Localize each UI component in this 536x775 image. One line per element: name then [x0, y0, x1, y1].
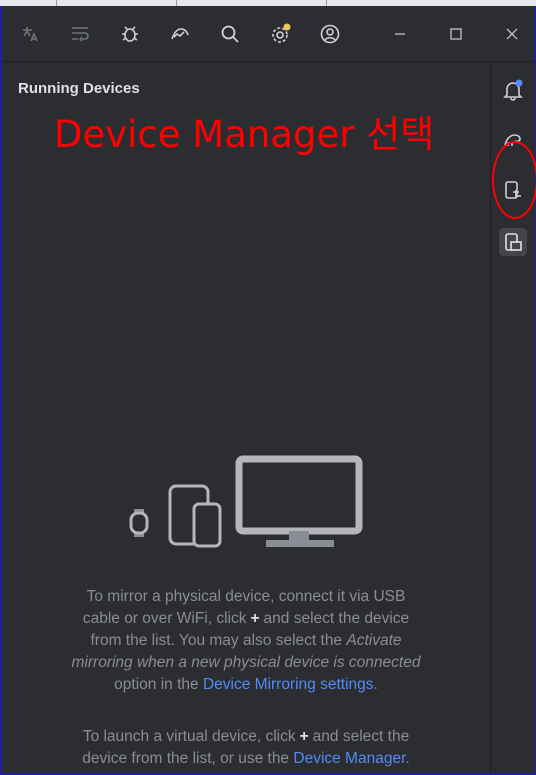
notifications-icon — [503, 79, 523, 101]
annotation-label: Device Manager 선택 — [54, 113, 435, 156]
bug-icon — [122, 26, 138, 42]
mirror-line: cable or over WiFi, click + and select the… — [26, 608, 466, 630]
wrap-icon — [72, 27, 89, 42]
close-button[interactable] — [498, 20, 526, 48]
virtual-text: and select the — [312, 728, 410, 745]
translate-icon — [23, 27, 38, 42]
settings-icon — [272, 23, 291, 43]
profiler-icon — [171, 28, 189, 40]
maximize-icon — [450, 28, 462, 40]
phone-icon — [192, 502, 222, 548]
device-mirroring-settings-link[interactable]: Device Mirroring settings — [203, 676, 374, 693]
close-icon — [506, 28, 518, 40]
account-icon — [320, 24, 340, 44]
account-button[interactable] — [316, 20, 344, 48]
virtual-text: To launch a virtual device, click — [82, 728, 296, 745]
settings-button[interactable] — [266, 20, 294, 48]
mirror-line: option in the Device Mirroring settings. — [26, 674, 466, 696]
profiler-button[interactable] — [166, 20, 194, 48]
mirror-line: To mirror a physical device, connect it … — [86, 588, 406, 605]
annotation-highlight-oval — [492, 141, 536, 219]
debug-button[interactable] — [116, 20, 144, 48]
running-devices-button[interactable] — [499, 228, 527, 256]
minimize-button[interactable] — [386, 20, 414, 48]
mirror-emphasis: Activate — [346, 632, 402, 649]
mirror-text: from the list. You may also select the — [90, 632, 343, 649]
mirror-text: option in the — [114, 676, 199, 693]
search-icon — [221, 25, 239, 43]
plus-icon: + — [250, 610, 260, 627]
translate-button[interactable] — [16, 20, 44, 48]
watch-icon — [129, 509, 149, 537]
maximize-button[interactable] — [442, 20, 470, 48]
mirror-text: and select the device — [263, 610, 410, 627]
soft-wrap-button[interactable] — [66, 20, 94, 48]
devices-illustration — [129, 455, 363, 548]
search-button[interactable] — [216, 20, 244, 48]
running-devices-icon — [505, 233, 522, 251]
running-devices-panel: Running Devices To mirror a physical dev… — [2, 62, 490, 773]
monitor-icon — [235, 455, 363, 547]
device-manager-link[interactable]: Device Manager — [293, 750, 405, 767]
virtual-text: device from the list, or use the — [82, 750, 290, 767]
panel-title: Running Devices — [18, 80, 140, 97]
mirror-text: . — [373, 676, 378, 693]
mirror-line: from the list. You may also select the A… — [26, 630, 466, 652]
mirror-instructions: To mirror a physical device, connect it … — [26, 586, 466, 696]
notifications-button[interactable] — [499, 76, 527, 104]
virtual-line: device from the list, or use the Device … — [26, 748, 466, 770]
mirror-emphasis: mirroring when a new physical device is … — [71, 654, 421, 671]
virtual-line: To launch a virtual device, click + and se… — [26, 726, 466, 748]
minimize-icon — [395, 33, 405, 35]
mirror-text: cable or over WiFi, click — [82, 610, 247, 627]
virtual-text: . — [405, 750, 410, 767]
plus-icon: + — [299, 728, 309, 745]
virtual-device-instructions: To launch a virtual device, click + and se… — [26, 726, 466, 770]
main-toolbar — [2, 6, 534, 62]
